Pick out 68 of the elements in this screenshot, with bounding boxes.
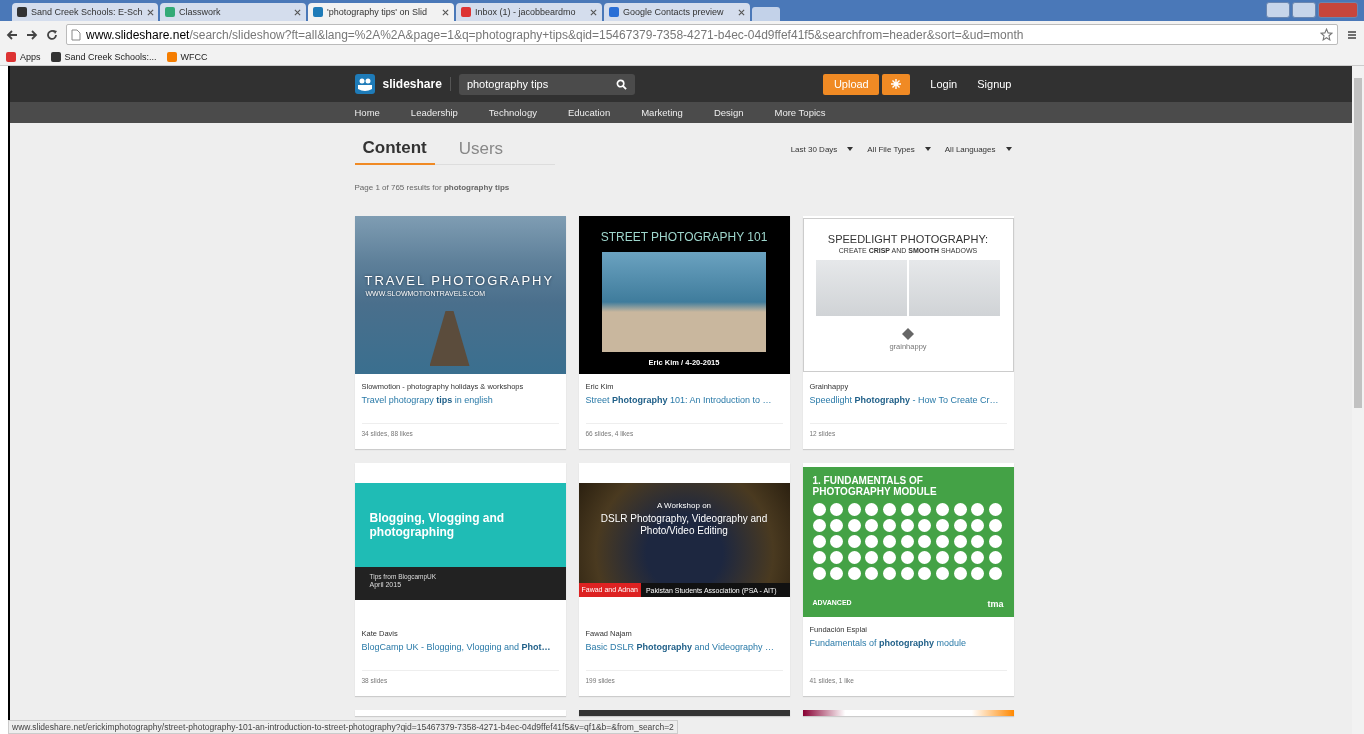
sparkle-icon	[890, 78, 903, 90]
caret-icon	[924, 147, 931, 151]
tab-favicon-icon	[609, 7, 619, 17]
bookmark-item[interactable]: WFCC	[166, 51, 208, 62]
reload-icon[interactable]	[46, 28, 58, 41]
bookmark-item[interactable]: Sand Creek Schools:...	[50, 51, 157, 62]
browser-tab[interactable]: Sand Creek Schools: E-Sch	[12, 3, 158, 21]
bookmark-star-icon[interactable]	[1320, 28, 1333, 41]
close-icon[interactable]	[738, 8, 745, 16]
card-title-link[interactable]: BlogCamp UK - Blogging, Vlogging and Phot…	[361, 642, 559, 652]
login-link[interactable]: Login	[930, 78, 958, 90]
forward-arrow-icon[interactable]	[26, 28, 38, 41]
card-title-link[interactable]: Travel photograpy tips in english	[361, 395, 559, 405]
close-icon[interactable]	[590, 8, 597, 16]
card-title-link[interactable]: Basic DSLR Photography and Videography …	[585, 642, 783, 652]
card-title-link[interactable]: Fundamentals of photography module	[809, 638, 1007, 648]
filter-dropdown[interactable]: All File Types	[867, 144, 931, 154]
browser-tab[interactable]: Classwork	[160, 3, 306, 21]
filter-dropdown[interactable]: All Languages	[944, 144, 1012, 154]
search-icon[interactable]	[615, 78, 627, 90]
page-icon	[71, 28, 81, 41]
caret-icon	[847, 147, 854, 151]
signup-link[interactable]: Signup	[977, 78, 1012, 90]
nav-link[interactable]: More Topics	[774, 107, 826, 118]
card-title-link[interactable]: Speedlight Photography - How To Create Cr…	[809, 395, 1007, 405]
address-field[interactable]: www.slideshare.net/search/slideshow?ft=all&lang=%2A%2A&page=1&q=photography+tips&qid=15467379-7358-4271-b4ec-04d9ffef41f5&searchfrom=header&sort=&ud=month	[66, 24, 1338, 45]
results-summary: Page 1 of 765 results for photography tips	[354, 183, 511, 192]
minimize-button[interactable]	[1266, 2, 1290, 18]
close-icon[interactable]	[146, 8, 154, 16]
sparkle-button[interactable]	[882, 73, 911, 95]
thumbnail-title: A Workshop on	[656, 501, 712, 510]
nav-link[interactable]: Leadership	[410, 107, 458, 118]
search-field[interactable]: photography tips	[458, 73, 635, 95]
nav-link[interactable]: Technology	[488, 107, 537, 118]
tab-favicon-icon	[165, 7, 175, 17]
caret-icon	[1005, 147, 1012, 151]
back-arrow-icon[interactable]	[6, 28, 18, 41]
thumbnail-title: STREET PHOTOGRAPHY 101	[600, 230, 768, 244]
thumbnail-title: Blogging, Vlogging and photographing	[369, 511, 506, 540]
nav-link[interactable]: Education	[567, 107, 611, 118]
thumbnail-subtitle: DSLR Photography, Videography and Photo/Video Editing	[599, 513, 769, 537]
bookmark-item[interactable]: Apps	[6, 51, 41, 62]
results-tab[interactable]: Content	[354, 132, 435, 165]
thumbnail-logo-text: tma	[987, 599, 1004, 609]
close-icon[interactable]	[294, 8, 301, 16]
status-url-tooltip: www.slideshare.net/erickimphotography/street-photography-101-an-introduction-to-street-photography?qid=15467379-7358-4271-b4ec-04d9ffef41f5&v=qf1&b=&from_search=2	[8, 720, 678, 734]
nav-link[interactable]: Home	[354, 107, 380, 118]
browser-tab[interactable]: 'photography tips' on Slid	[308, 3, 454, 21]
logo-icon[interactable]	[354, 74, 375, 94]
tab-favicon-icon	[17, 7, 27, 17]
menu-icon[interactable]	[1346, 28, 1358, 41]
maximize-button[interactable]	[1292, 2, 1316, 18]
thumbnail-title: 1. FUNDAMENTALS OF PHOTOGRAPHY MODULE	[812, 475, 938, 497]
browser-tab[interactable]: Google Contacts preview	[604, 3, 750, 21]
scrollbar-thumb[interactable]	[1354, 78, 1362, 408]
slideshow-card[interactable]	[802, 710, 1014, 716]
filter-dropdown[interactable]: Last 30 Days	[790, 144, 854, 154]
nav-link[interactable]: Design	[713, 107, 744, 118]
thumbnail-title: TRAVEL PHOTOGRAPHY	[364, 273, 555, 288]
nav-link[interactable]: Marketing	[641, 107, 683, 118]
thumbnail-title: SPEEDLIGHT PHOTOGRAPHY:	[827, 233, 989, 245]
close-icon[interactable]	[442, 8, 449, 16]
browser-tab[interactable]: Inbox (1) - jacobbeardmo	[456, 3, 602, 21]
tab-favicon-icon	[461, 7, 471, 17]
card-title-link[interactable]: Street Photography 101: An Introduction to …	[585, 395, 783, 405]
brand-name[interactable]: slideshare	[382, 77, 442, 91]
tab-favicon-icon	[313, 7, 323, 17]
diamond-logo-icon	[902, 328, 914, 340]
